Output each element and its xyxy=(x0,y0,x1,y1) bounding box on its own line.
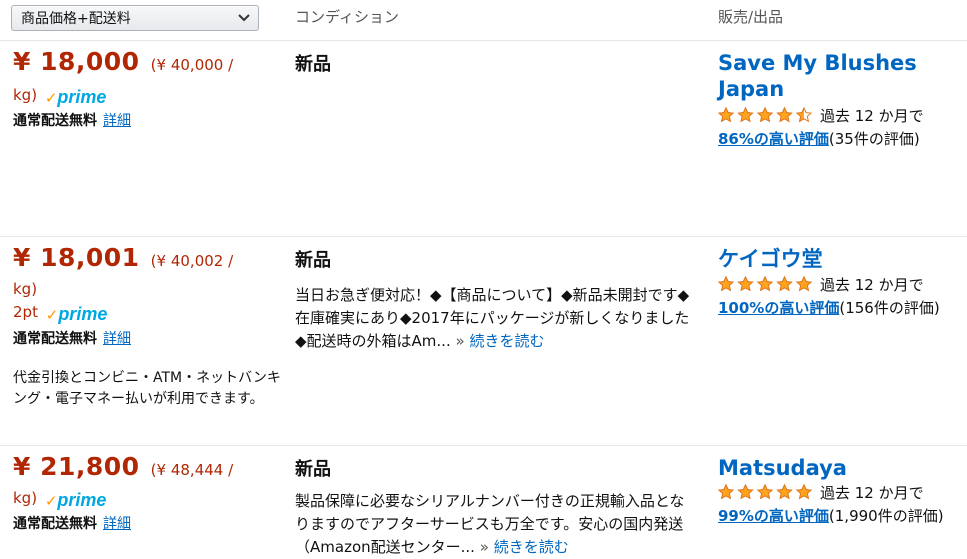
prime-badge: ✓prime xyxy=(45,85,107,110)
rating-period: 過去 12 か月で xyxy=(820,107,924,125)
chevron-down-icon xyxy=(238,14,250,22)
offer-row: ¥ 18,000 (¥ 40,000 / kg) ✓prime 通常配送無料 詳細… xyxy=(0,47,967,235)
rating-period: 過去 12 か月で xyxy=(820,484,924,502)
star-icon xyxy=(756,275,774,292)
positive-rating: 99%の高い評価(1,990件の評価) xyxy=(718,505,944,526)
read-more-link[interactable]: 続きを読む xyxy=(494,538,569,556)
condition-description: 製品保障に必要なシリアルナンバー付きの正規輸入品となりますのでアフターサービスも… xyxy=(295,490,695,559)
offer-row: ¥ 18,001 (¥ 40,002 / kg) 2pt ✓prime 通常配送… xyxy=(0,243,967,444)
points: 2pt xyxy=(13,303,38,321)
read-more-link[interactable]: 続きを読む xyxy=(469,332,544,350)
divider xyxy=(0,40,967,41)
divider xyxy=(0,236,967,237)
offer-price: ¥ 21,800 xyxy=(13,452,140,481)
prime-logo: prime xyxy=(57,490,107,510)
star-rating-icon xyxy=(718,275,816,293)
shipping-info: 通常配送無料 詳細 xyxy=(13,328,131,348)
price-block: ¥ 18,000 (¥ 40,000 / xyxy=(13,47,263,77)
condition-description: 当日お急ぎ便対応！◆【商品について】◆新品未開封です◆在庫確実にあり◆2017年… xyxy=(295,284,695,353)
star-icon xyxy=(718,106,735,123)
price-block: ¥ 18,001 (¥ 40,002 / xyxy=(13,243,263,273)
prime-check-icon: ✓ xyxy=(44,89,58,107)
shipping-label: 通常配送無料 xyxy=(13,113,97,129)
seller-column-header: 販売/出品 xyxy=(718,8,784,26)
rating-count: (156件の評価) xyxy=(839,299,940,317)
offer-price: ¥ 18,000 xyxy=(13,47,140,76)
unit-price: (¥ 40,000 / xyxy=(150,56,234,74)
payment-note: 代金引換とコンビニ・ATM・ネットバンキング・電子マネー払いが利用できます。 xyxy=(13,370,281,407)
positive-rating: 100%の高い評価(156件の評価) xyxy=(718,297,940,318)
positive-rating-link[interactable]: 86%の高い評価 xyxy=(718,130,829,148)
star-icon xyxy=(776,275,793,292)
star-icon xyxy=(737,106,754,123)
more-arrow-icon: » xyxy=(479,538,489,556)
shipping-label: 通常配送無料 xyxy=(13,331,97,347)
rating-period: 過去 12 か月で xyxy=(820,276,924,294)
prime-check-icon: ✓ xyxy=(45,306,59,324)
positive-rating-link[interactable]: 100%の高い評価 xyxy=(718,299,839,317)
divider xyxy=(0,445,967,446)
shipping-details-link[interactable]: 詳細 xyxy=(103,331,131,347)
seller-name-link[interactable]: ケイゴウ堂 xyxy=(718,246,958,272)
offer-row: ¥ 21,800 (¥ 48,444 / kg) ✓prime 通常配送無料 詳細… xyxy=(0,452,967,556)
more-arrow-icon: » xyxy=(455,332,465,350)
shipping-details-link[interactable]: 詳細 xyxy=(103,516,131,532)
star-icon xyxy=(756,483,774,500)
price-block: ¥ 21,800 (¥ 48,444 / xyxy=(13,452,263,482)
prime-logo: prime xyxy=(58,304,108,324)
shipping-label: 通常配送無料 xyxy=(13,516,97,532)
prime-logo: prime xyxy=(57,87,107,107)
seller-name-link[interactable]: Save My Blushes Japan xyxy=(718,50,958,102)
star-icon xyxy=(737,275,754,292)
shipping-info: 通常配送無料 詳細 xyxy=(13,513,131,533)
star-icon xyxy=(718,483,735,500)
unit-price-unit: kg) xyxy=(13,280,38,298)
star-rating-icon xyxy=(718,106,816,124)
condition-description-text: 製品保障に必要なシリアルナンバー付きの正規輸入品となりますのでアフターサービスも… xyxy=(295,492,685,556)
seller-rating: 過去 12 か月で xyxy=(718,482,924,503)
star-icon xyxy=(737,483,754,500)
offer-price: ¥ 18,001 xyxy=(13,243,140,272)
rating-count: (35件の評価) xyxy=(828,130,920,148)
shipping-details-link[interactable]: 詳細 xyxy=(103,113,131,129)
star-icon xyxy=(795,106,813,123)
positive-rating: 86%の高い評価(35件の評価) xyxy=(718,128,920,149)
prime-badge: ✓prime xyxy=(45,488,107,513)
unit-price-unit: kg) xyxy=(13,86,38,104)
unit-price-unit: kg) xyxy=(13,489,38,507)
unit-price: (¥ 40,002 / xyxy=(150,252,234,270)
seller-rating: 過去 12 か月で xyxy=(718,274,924,295)
star-icon xyxy=(756,106,774,123)
seller-name-link[interactable]: Matsudaya xyxy=(718,455,958,481)
star-rating-icon xyxy=(718,483,816,501)
unit-price: (¥ 48,444 / xyxy=(150,461,234,479)
sort-dropdown-value: 商品価格+配送料 xyxy=(21,11,131,27)
star-icon xyxy=(795,275,813,292)
condition-label: 新品 xyxy=(295,54,331,75)
seller-rating: 過去 12 か月で xyxy=(718,105,924,126)
prime-badge: ✓prime xyxy=(46,302,108,327)
shipping-info: 通常配送無料 詳細 xyxy=(13,110,131,130)
condition-column-header: コンディション xyxy=(295,8,399,26)
condition-label: 新品 xyxy=(295,459,331,480)
condition-label: 新品 xyxy=(295,250,331,271)
star-icon xyxy=(776,483,793,500)
positive-rating-link[interactable]: 99%の高い評価 xyxy=(718,507,829,525)
star-icon xyxy=(776,106,793,123)
star-icon xyxy=(718,275,735,292)
prime-check-icon: ✓ xyxy=(44,492,58,510)
sort-dropdown[interactable]: 商品価格+配送料 xyxy=(11,5,259,31)
star-icon xyxy=(795,483,813,500)
rating-count: (1,990件の評価) xyxy=(828,507,944,525)
